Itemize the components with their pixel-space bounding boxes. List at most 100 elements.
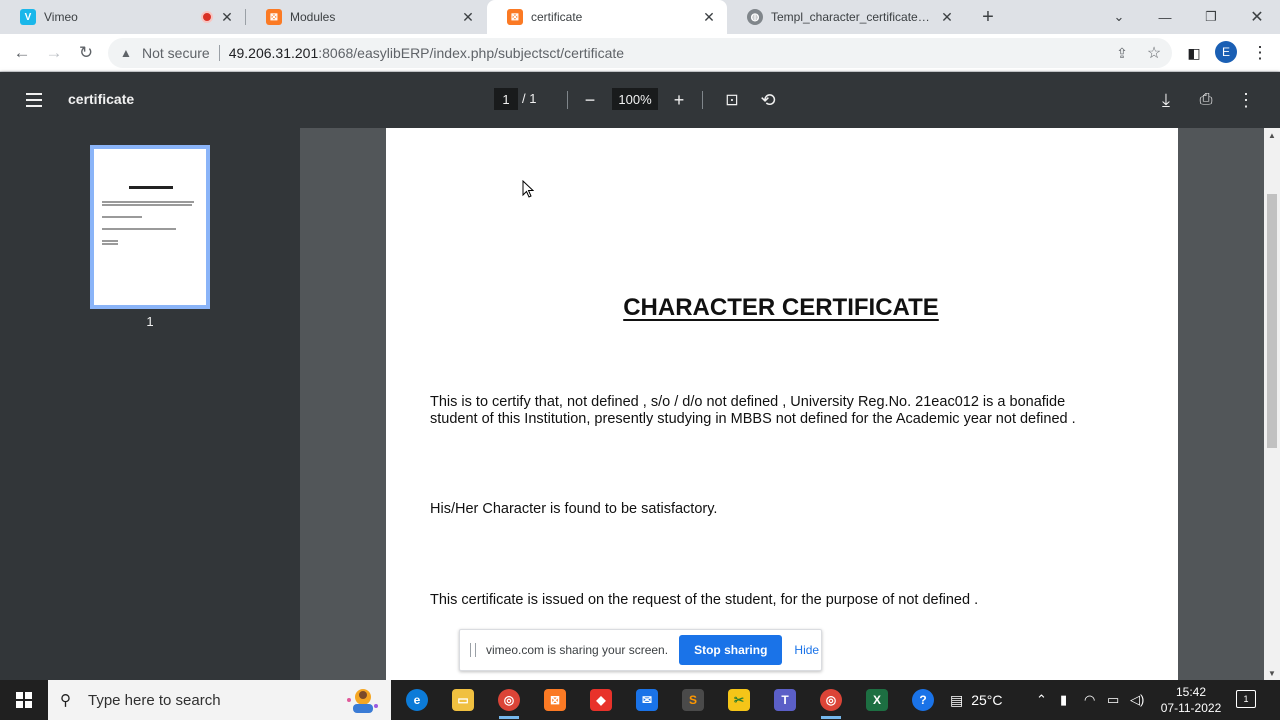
clock-time: 15:42: [1175, 685, 1207, 699]
search-icon: ⚲: [60, 692, 71, 709]
vimeo-icon: V: [20, 9, 36, 25]
thumbnail-page-number: 1: [146, 314, 154, 329]
taskbar-help[interactable]: ?: [903, 684, 943, 716]
xampp-icon: ⊠: [266, 9, 282, 25]
xampp-icon: ⊠: [544, 689, 566, 711]
hamburger-menu-icon[interactable]: [22, 88, 46, 112]
minimize-button[interactable]: —: [1142, 0, 1188, 34]
taskbar-sublime[interactable]: S: [673, 684, 713, 716]
volume-icon[interactable]: ◁): [1130, 680, 1144, 720]
avatar[interactable]: E: [1215, 41, 1237, 63]
thumbnail-line: [102, 228, 176, 230]
share-icon[interactable]: ⇪: [1112, 43, 1132, 63]
close-tab-icon[interactable]: ✕: [460, 9, 476, 25]
hide-button[interactable]: Hide: [794, 643, 819, 657]
tab-strip: V Vimeo ✕ ⊠ Modules ✕ ⊠ certificate ✕ ◍ …: [0, 0, 1280, 34]
fit-to-page-icon[interactable]: ⊡: [719, 87, 745, 113]
tab-vimeo[interactable]: V Vimeo ✕: [0, 0, 245, 34]
sublime-text-icon: S: [682, 689, 704, 711]
notification-center-icon[interactable]: 1: [1236, 690, 1256, 708]
tab-title: Modules: [290, 10, 336, 24]
weather-widget[interactable]: ▤ 25°C: [950, 680, 1003, 720]
vertical-scrollbar[interactable]: ▲ ▼: [1264, 128, 1280, 680]
tab-title: Vimeo: [44, 10, 78, 24]
drag-handle-icon[interactable]: [470, 643, 476, 657]
chrome-menu-icon[interactable]: ⋮: [1246, 39, 1274, 67]
bookmark-star-icon[interactable]: ☆: [1144, 43, 1164, 63]
toolbar-divider: [702, 91, 703, 109]
globe-icon: ◍: [747, 9, 763, 25]
page-total: / 1: [522, 91, 537, 106]
rotate-icon[interactable]: ⟲: [755, 87, 781, 113]
tab-search-chevron-down-icon[interactable]: ⌄: [1096, 0, 1142, 34]
page-number-input[interactable]: 1: [494, 88, 518, 110]
restore-button[interactable]: ❐: [1188, 0, 1234, 34]
battery-icon[interactable]: ▭: [1107, 680, 1119, 720]
taskbar-edge[interactable]: e: [397, 684, 437, 716]
taskbar-mail[interactable]: ✉: [627, 684, 667, 716]
close-tab-icon[interactable]: ✕: [701, 9, 717, 25]
forward-button[interactable]: →: [40, 39, 68, 67]
pdf-toolbar: certificate 1 / 1 − 100% + ⊡ ⟲ ⤓ ⎙ ⋮: [0, 72, 1280, 128]
taskbar-xampp[interactable]: ⊠: [535, 684, 575, 716]
scroll-up-icon[interactable]: ▲: [1264, 128, 1280, 142]
scroll-down-icon[interactable]: ▼: [1264, 666, 1280, 680]
close-tab-icon[interactable]: ✕: [939, 9, 955, 25]
taskbar-chrome-profile[interactable]: ◎: [489, 684, 529, 719]
scroll-thumb[interactable]: [1267, 194, 1277, 448]
taskbar-search[interactable]: ⚲ Type here to search: [48, 680, 391, 720]
certificate-heading: CHARACTER CERTIFICATE: [623, 294, 939, 321]
side-panel-icon[interactable]: ◧: [1180, 39, 1208, 67]
tab-title: Templ_character_certificate (1).ht: [771, 10, 933, 24]
thumbnail-line: [102, 216, 142, 218]
start-button[interactable]: [0, 680, 48, 720]
windows-taskbar: ⚲ Type here to search e ▭ ◎ ⊠ ◆ ✉ S ✂ T …: [0, 680, 1280, 720]
teams-icon: T: [774, 689, 796, 711]
taskbar-file-explorer[interactable]: ▭: [443, 684, 483, 716]
security-label[interactable]: Not secure: [142, 45, 210, 61]
stop-sharing-button[interactable]: Stop sharing: [679, 635, 783, 665]
system-clock[interactable]: 15:42 07-11-2022: [1150, 684, 1232, 716]
zoom-out-icon[interactable]: −: [577, 87, 603, 113]
tab-modules[interactable]: ⊠ Modules ✕: [246, 0, 486, 34]
taskbar-anydesk[interactable]: ◆: [581, 684, 621, 716]
thumbnail-line: [102, 240, 118, 242]
address-divider: [218, 45, 220, 61]
taskbar-excel[interactable]: X: [857, 684, 897, 716]
zoom-in-icon[interactable]: +: [666, 87, 692, 113]
certify-line-1: This is to certify that, not defined , s…: [430, 394, 1066, 410]
zoom-input[interactable]: 100%: [612, 88, 658, 110]
tab-templ-certificate[interactable]: ◍ Templ_character_certificate (1).ht ✕: [727, 0, 965, 34]
microphone-icon[interactable]: ▮: [1060, 680, 1067, 720]
page-thumbnail[interactable]: [90, 145, 210, 309]
anydesk-icon: ◆: [590, 689, 612, 711]
address-bar[interactable]: ▲ Not secure 49.206.31.201 :8068/easylib…: [108, 38, 1172, 68]
chevron-up-icon[interactable]: ⌃: [1036, 680, 1047, 720]
close-window-button[interactable]: ✕: [1234, 0, 1280, 34]
taskbar-chrome[interactable]: ◎: [811, 684, 851, 719]
excel-icon: X: [866, 689, 888, 711]
thumbnail-line: [102, 201, 194, 203]
url-host: 49.206.31.201: [228, 45, 319, 61]
reload-button[interactable]: ↻: [72, 39, 100, 67]
print-icon[interactable]: ⎙: [1193, 87, 1219, 113]
taskbar-teams[interactable]: T: [765, 684, 805, 716]
weather-icon: ▤: [950, 691, 964, 708]
weather-temperature: 25°C: [971, 692, 1003, 708]
search-highlight-icon: [347, 689, 378, 713]
document-viewport[interactable]: CHARACTER CERTIFICATE This is to certify…: [300, 128, 1264, 680]
download-icon[interactable]: ⤓: [1153, 87, 1179, 113]
toolbar-divider: [567, 91, 568, 109]
edge-icon: e: [406, 689, 428, 711]
thumbnail-heading: [129, 186, 173, 189]
back-button[interactable]: ←: [8, 39, 36, 67]
new-tab-button[interactable]: +: [976, 5, 1000, 29]
more-options-icon[interactable]: ⋮: [1233, 87, 1259, 113]
mail-icon: ✉: [636, 689, 658, 711]
taskbar-snipping[interactable]: ✂: [719, 684, 759, 716]
wifi-icon[interactable]: ◠: [1084, 680, 1095, 720]
close-tab-icon[interactable]: ✕: [219, 9, 235, 25]
tab-certificate[interactable]: ⊠ certificate ✕: [487, 0, 727, 34]
mouse-cursor-icon: [522, 180, 534, 198]
browser-toolbar: ← → ↻ ▲ Not secure 49.206.31.201 :8068/e…: [0, 34, 1280, 72]
